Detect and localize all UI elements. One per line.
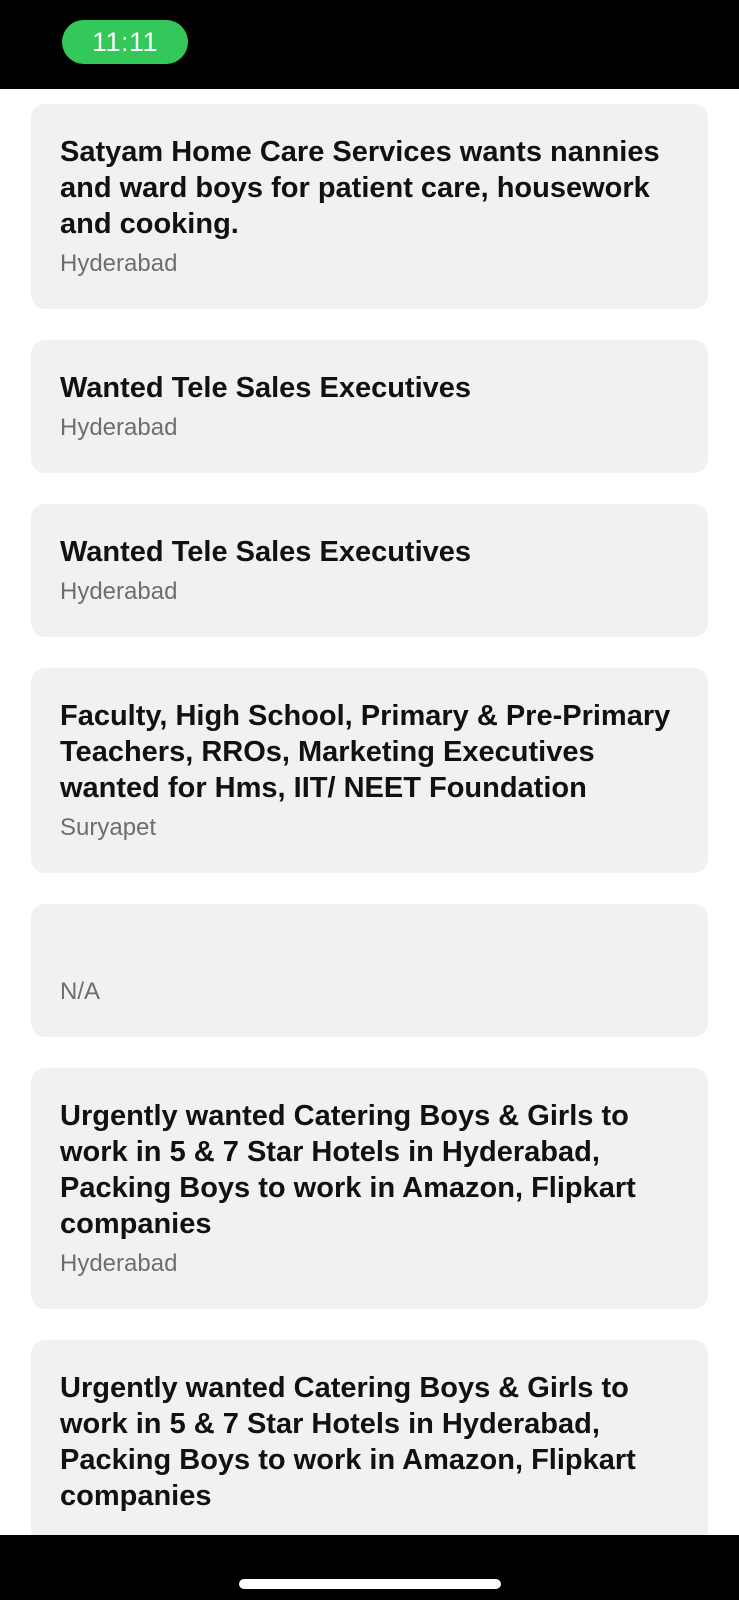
job-location: Suryapet bbox=[60, 814, 157, 841]
job-location: Hyderabad bbox=[60, 414, 178, 441]
home-indicator[interactable] bbox=[239, 1579, 501, 1589]
job-location: N/A bbox=[60, 978, 101, 1005]
home-indicator-area bbox=[0, 1535, 739, 1600]
job-title: Urgently wanted Catering Boys & Girls to… bbox=[60, 1100, 636, 1240]
job-title: Urgently wanted Catering Boys & Girls to… bbox=[60, 1372, 636, 1512]
job-card[interactable]: Faculty, High School, Primary & Pre-Prim… bbox=[31, 668, 708, 873]
job-card[interactable]: Wanted Tele Sales Executives Hyderabad bbox=[31, 504, 708, 637]
job-card[interactable]: Wanted Tele Sales Executives Hyderabad bbox=[31, 340, 708, 473]
job-title: Faculty, High School, Primary & Pre-Prim… bbox=[60, 700, 671, 804]
job-list: Satyam Home Care Services wants nannies … bbox=[0, 89, 739, 1535]
job-title: Satyam Home Care Services wants nannies … bbox=[60, 136, 660, 240]
job-card[interactable]: Urgently wanted Catering Boys & Girls to… bbox=[31, 1068, 708, 1309]
job-title: Wanted Tele Sales Executives bbox=[60, 372, 472, 404]
job-location: Hyderabad bbox=[60, 578, 178, 605]
status-time[interactable]: 11:11 bbox=[62, 20, 188, 64]
job-card[interactable]: Satyam Home Care Services wants nannies … bbox=[31, 104, 708, 309]
job-listings-scroll-view[interactable]: Satyam Home Care Services wants nannies … bbox=[0, 89, 739, 1535]
job-card[interactable]: Urgently wanted Catering Boys & Girls to… bbox=[31, 1340, 708, 1535]
job-title: Wanted Tele Sales Executives bbox=[60, 536, 472, 568]
job-location: Hyderabad bbox=[60, 250, 178, 277]
job-location: Hyderabad bbox=[60, 1250, 178, 1277]
status-bar: 11:11 bbox=[0, 0, 739, 89]
job-card[interactable]: N/A bbox=[31, 904, 708, 1037]
job-title bbox=[60, 934, 679, 970]
